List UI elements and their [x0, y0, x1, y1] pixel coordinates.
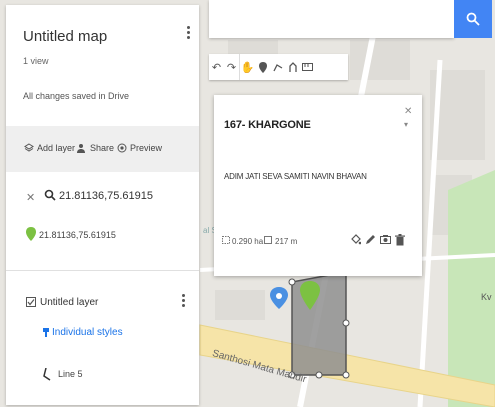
measure-icon[interactable] — [300, 54, 315, 80]
layer-options-icon[interactable] — [182, 294, 185, 309]
search-result-coordinate[interactable]: 21.81136,75.61915 — [39, 230, 116, 240]
search-icon — [466, 12, 480, 26]
layers-icon — [24, 143, 34, 152]
feature-length: 217 m — [275, 237, 298, 246]
area-icon — [222, 236, 230, 244]
layer-name[interactable]: Untitled layer — [40, 297, 98, 308]
camera-icon[interactable] — [380, 234, 391, 248]
individual-styles-link[interactable]: Individual styles — [52, 327, 123, 338]
share-button[interactable]: Share — [77, 143, 114, 153]
style-bucket-icon[interactable] — [350, 234, 362, 248]
map-title[interactable]: Untitled map — [23, 28, 107, 45]
map-search-input[interactable] — [209, 0, 454, 38]
style-brush-icon — [43, 328, 49, 337]
line-feature-icon — [43, 368, 51, 381]
draw-line-icon[interactable] — [270, 54, 285, 80]
perimeter-icon — [264, 236, 272, 244]
place-marker-icon — [270, 287, 288, 309]
search-button[interactable] — [454, 0, 492, 38]
preview-label: Preview — [130, 143, 163, 153]
share-icon — [77, 144, 85, 153]
search-result-icon — [44, 189, 56, 201]
close-icon[interactable]: ✕ — [404, 106, 412, 117]
add-marker-icon[interactable] — [255, 54, 270, 80]
panel-toolbar: Add layer Share Preview — [6, 126, 199, 172]
edit-pencil-icon[interactable] — [365, 234, 376, 248]
map-place-label: Kv — [481, 292, 492, 302]
preview-button[interactable]: Preview — [117, 143, 162, 153]
layer-feature-item[interactable]: Line 5 — [58, 369, 83, 379]
view-count: 1 view — [23, 56, 49, 66]
pin-icon — [26, 227, 36, 241]
map-options-icon[interactable] — [187, 26, 190, 41]
feature-description: ADIM JATI SEVA SAMITI NAVIN BHAVAN — [224, 172, 367, 181]
search-result-query[interactable]: 21.81136,75.61915 — [59, 190, 153, 202]
divider — [6, 270, 199, 271]
layer-checkbox-icon[interactable] — [26, 297, 36, 307]
save-status: All changes saved in Drive — [23, 91, 130, 101]
redo-icon[interactable]: ↷ — [224, 54, 240, 80]
undo-icon[interactable]: ↶ — [209, 54, 224, 80]
map-toolbar: ↶ ↷ ✋ — [209, 54, 348, 80]
add-layer-label: Add layer — [37, 143, 76, 153]
delete-trash-icon[interactable] — [395, 234, 405, 249]
feature-area: 0.290 ha — [232, 237, 264, 246]
preview-icon — [117, 143, 127, 153]
hand-icon[interactable]: ✋ — [240, 54, 255, 80]
directions-icon[interactable] — [285, 54, 300, 80]
map-legend-panel: Untitled map 1 view All changes saved in… — [6, 5, 199, 405]
share-label: Share — [90, 143, 115, 153]
add-layer-button[interactable]: Add layer — [24, 143, 75, 153]
feature-title: 167- KHARGONE — [224, 119, 311, 131]
park-area — [448, 170, 495, 407]
clear-search-icon[interactable]: ✕ — [26, 191, 35, 204]
chevron-down-icon[interactable]: ▾ — [404, 120, 408, 129]
feature-info-card: 167- KHARGONE ✕ ▾ ADIM JATI SEVA SAMITI … — [214, 95, 422, 276]
